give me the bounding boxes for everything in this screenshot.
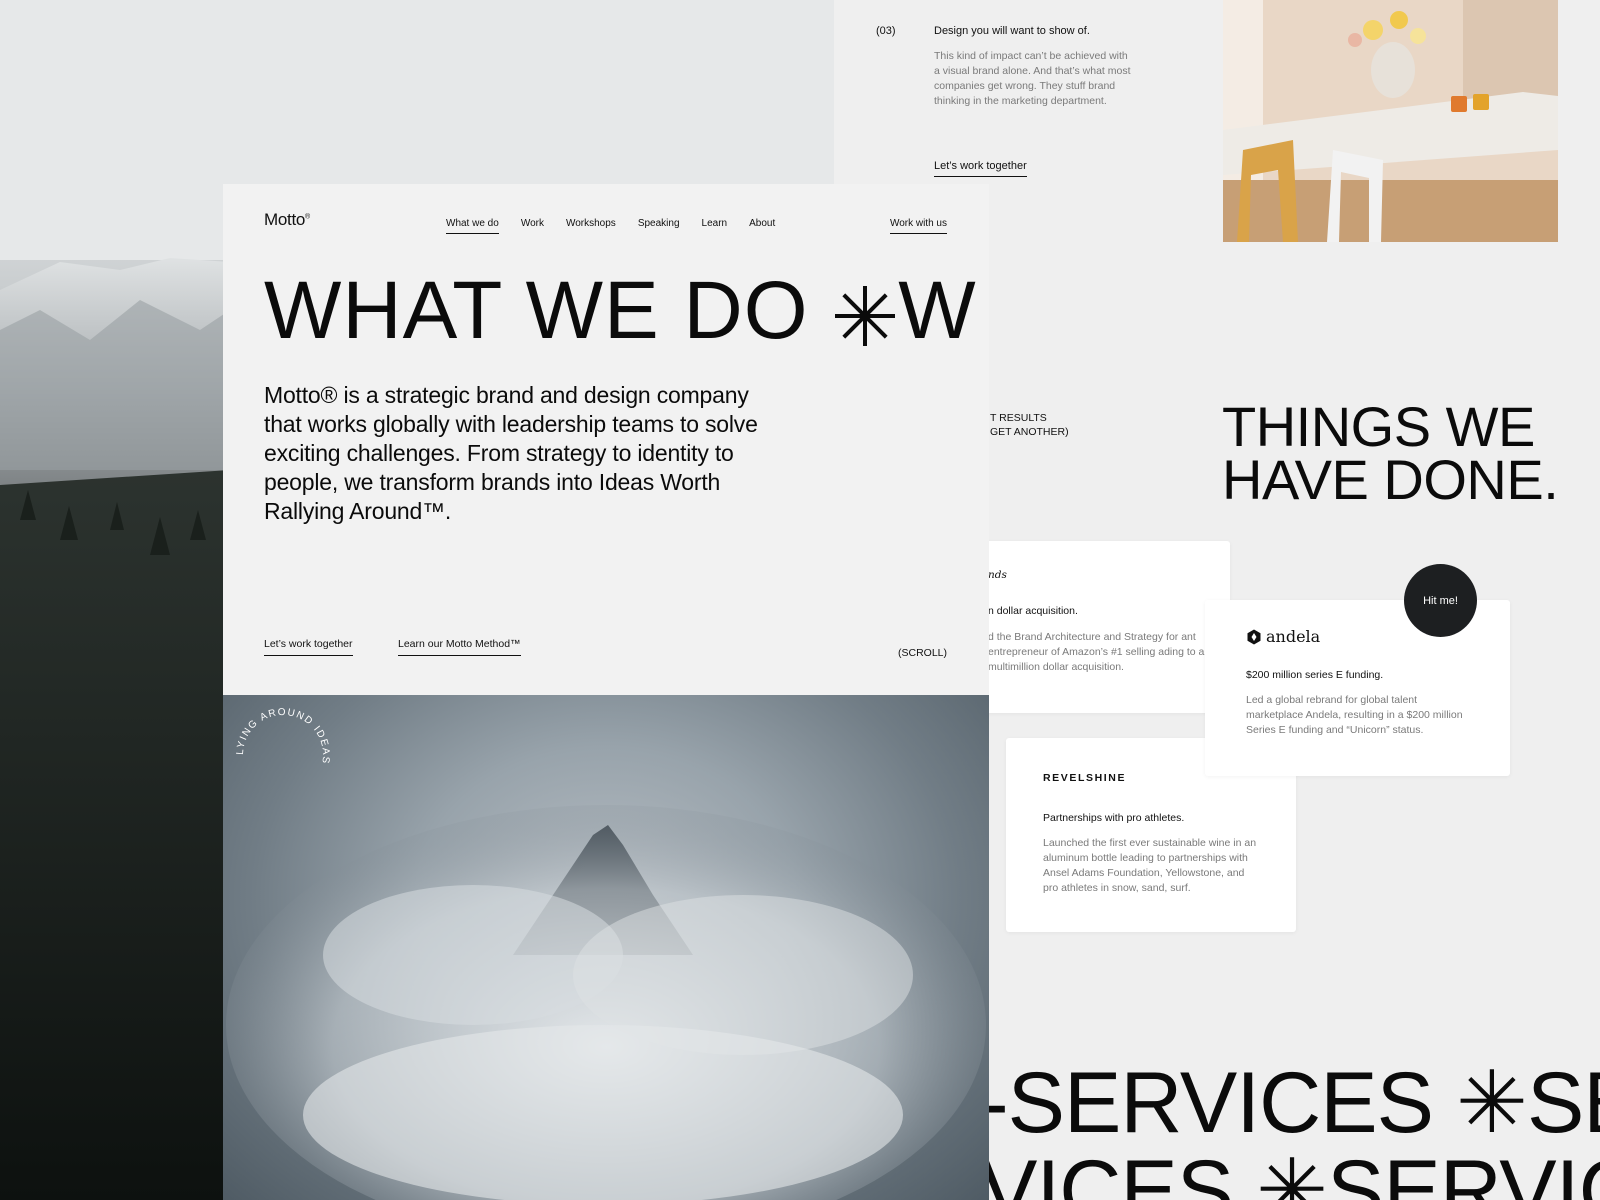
cloud-mountain-photo: LYING AROUND IDEAS: [223, 695, 989, 1200]
work-with-us-link[interactable]: Work with us: [889, 218, 947, 234]
scroll-indicator[interactable]: (SCROLL): [898, 647, 947, 659]
things-we-have-done-heading: THINGS WE HAVE DONE.: [1222, 395, 1559, 511]
services-text-line2: VICES ✳SERVICE: [980, 1148, 1600, 1200]
revelshine-logo: REVELSHINE: [1043, 772, 1127, 784]
motto-logo[interactable]: Motto®: [264, 210, 310, 230]
rotating-badge-text: LYING AROUND IDEAS: [235, 707, 330, 765]
nav-item-learn[interactable]: Learn: [702, 218, 728, 234]
hero-description: Motto® is a strategic brand and design c…: [264, 382, 758, 524]
main-nav: What we do Work Workshops Speaking Learn…: [446, 218, 797, 234]
step-description: This kind of impact can’t be achieved wi…: [934, 50, 1131, 107]
interior-photo: [1223, 0, 1558, 242]
card-headline: Partnerships with pro athletes.: [1043, 812, 1185, 824]
hero-title: WHAT WE DO W: [264, 266, 977, 356]
rotating-badge: LYING AROUND IDEAS: [235, 707, 331, 765]
learn-motto-method-link[interactable]: Learn our Motto Method™: [398, 638, 521, 656]
nav-item-speaking[interactable]: Speaking: [638, 218, 680, 234]
card-headline: $200 million series E funding.: [1246, 669, 1384, 681]
services-marquee-line2: VICES ✳SERVICE: [980, 1148, 1600, 1200]
services-marquee-line1: -SERVICES ✳SER: [980, 1060, 1600, 1146]
andela-logo: andela: [1246, 627, 1320, 646]
card-text: d the Brand Architecture and Strategy fo…: [988, 631, 1205, 673]
nav-item-work[interactable]: Work: [521, 218, 544, 234]
step-number: (03): [876, 25, 896, 37]
logo-text: Motto: [264, 210, 306, 229]
nav-item-workshops[interactable]: Workshops: [566, 218, 616, 234]
card-text: Led a global rebrand for global talent m…: [1246, 694, 1463, 736]
main-site-panel: Motto® What we do Work Workshops Speakin…: [223, 184, 989, 695]
nav-item-about[interactable]: About: [749, 218, 775, 234]
lets-work-together-link[interactable]: Let’s work together: [264, 638, 353, 656]
card-headline: n dollar acquisition.: [988, 605, 1078, 617]
case-card-acquisition[interactable]: nds n dollar acquisition. d the Brand Ar…: [960, 541, 1230, 713]
hit-me-button[interactable]: Hit me!: [1404, 564, 1477, 637]
svg-text:LYING AROUND IDEAS: LYING AROUND IDEAS: [235, 707, 331, 765]
nav-item-what-we-do[interactable]: What we do: [446, 218, 499, 234]
results-label: T RESULTS GET ANOTHER): [990, 411, 1069, 439]
step-title: Design you will want to show of.: [934, 25, 1090, 37]
hero-title-tail: W: [898, 265, 977, 356]
card-text: Launched the first ever sustainable wine…: [1043, 837, 1257, 894]
step-cta-link[interactable]: Let’s work together: [934, 160, 1027, 177]
hero-title-text: WHAT WE DO: [264, 265, 809, 356]
andela-hexagon-icon: [1247, 629, 1261, 644]
asterisk-icon: [835, 286, 896, 347]
things-heading-line1: THINGS WE: [1222, 395, 1535, 458]
andela-logo-text: andela: [1266, 627, 1321, 646]
results-label-line1: T RESULTS: [990, 412, 1047, 424]
services-text-line1: -SERVICES ✳SER: [980, 1060, 1600, 1146]
things-heading-line2: HAVE DONE.: [1222, 448, 1559, 511]
results-label-line2: GET ANOTHER): [990, 426, 1069, 438]
logo-registered-mark: ®: [305, 213, 310, 221]
card-logo-text: nds: [988, 569, 1007, 581]
